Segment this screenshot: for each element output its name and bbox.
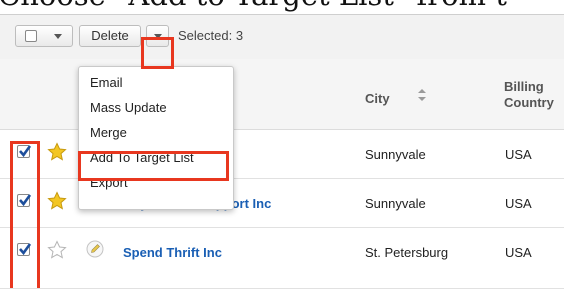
table-row: Spend Thrift Inc St. Petersburg USA bbox=[0, 228, 564, 289]
record-name-link[interactable]: Spend Thrift Inc bbox=[123, 245, 222, 260]
row-country: USA bbox=[505, 196, 532, 211]
row-checkbox[interactable] bbox=[17, 145, 32, 158]
column-header-billing-country[interactable]: Billing Country bbox=[504, 79, 554, 111]
row-city: Sunnyvale bbox=[365, 196, 426, 211]
actions-dropdown-menu: Email Mass Update Merge Add To Target Li… bbox=[78, 66, 234, 210]
instruction-heading: Choose "Add to Target List" from t bbox=[0, 0, 507, 12]
sort-icon[interactable] bbox=[417, 88, 427, 102]
row-checkbox[interactable] bbox=[17, 194, 32, 207]
favorite-star-icon[interactable] bbox=[47, 191, 67, 211]
edit-pencil-icon[interactable] bbox=[86, 240, 104, 258]
menu-item-add-to-target-list[interactable]: Add To Target List bbox=[90, 150, 194, 165]
menu-item-mass-update[interactable]: Mass Update bbox=[90, 100, 167, 115]
favorite-star-icon[interactable] bbox=[47, 240, 67, 260]
action-toolbar: Delete Selected: 3 bbox=[0, 15, 564, 60]
column-header-billing-line1: Billing bbox=[504, 79, 544, 94]
chevron-down-icon bbox=[154, 34, 162, 39]
actions-menu-toggle[interactable] bbox=[146, 25, 169, 47]
row-country: USA bbox=[505, 245, 532, 260]
menu-item-email[interactable]: Email bbox=[90, 75, 123, 90]
menu-item-export[interactable]: Export bbox=[90, 175, 128, 190]
column-header-billing-line2: Country bbox=[504, 95, 554, 110]
select-all-dropdown[interactable] bbox=[15, 25, 73, 47]
favorite-star-icon[interactable] bbox=[47, 142, 67, 162]
row-city: St. Petersburg bbox=[365, 245, 449, 260]
selected-count: Selected: 3 bbox=[178, 28, 244, 43]
menu-item-merge[interactable]: Merge bbox=[90, 125, 127, 140]
delete-button[interactable]: Delete bbox=[79, 25, 141, 47]
row-city: Sunnyvale bbox=[365, 147, 426, 162]
list-view-panel: Delete Selected: 3 City Billing Country … bbox=[0, 14, 564, 289]
select-all-checkbox[interactable] bbox=[25, 30, 37, 42]
row-country: USA bbox=[505, 147, 532, 162]
column-header-city[interactable]: City bbox=[365, 91, 390, 106]
row-checkbox[interactable] bbox=[17, 243, 32, 256]
chevron-down-icon bbox=[54, 34, 62, 39]
